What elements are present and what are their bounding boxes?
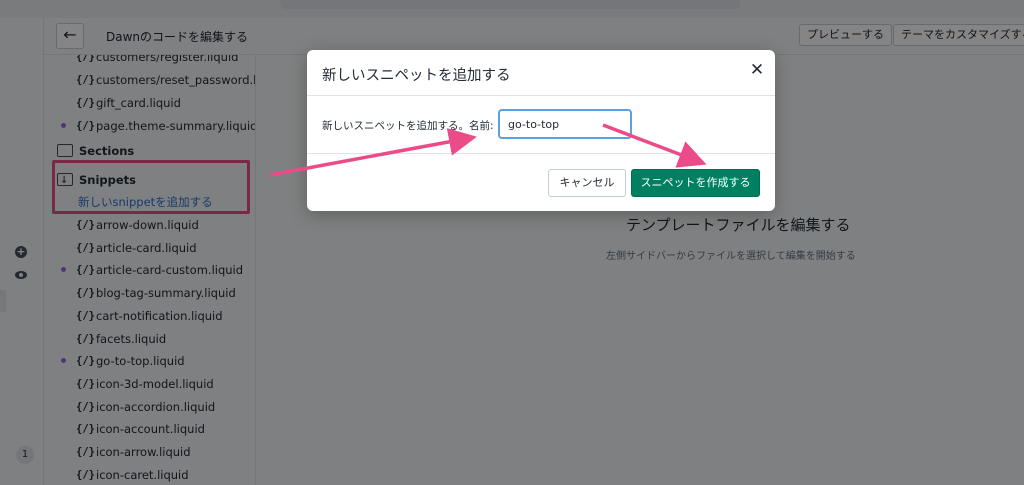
close-icon[interactable]: ✕ [747,60,767,80]
create-snippet-button[interactable]: スニペットを作成する [631,169,760,197]
snippet-name-input[interactable] [498,109,632,139]
add-snippet-dialog: 新しいスニペットを追加する ✕ 新しいスニペットを追加する。名前: キャンセル … [307,50,775,211]
cancel-button[interactable]: キャンセル [548,169,626,197]
dialog-header: 新しいスニペットを追加する ✕ [307,50,775,96]
dialog-title: 新しいスニペットを追加する [322,68,511,84]
dialog-body: 新しいスニペットを追加する。名前: [307,96,775,154]
snippet-name-label: 新しいスニペットを追加する。名前: [322,120,494,132]
